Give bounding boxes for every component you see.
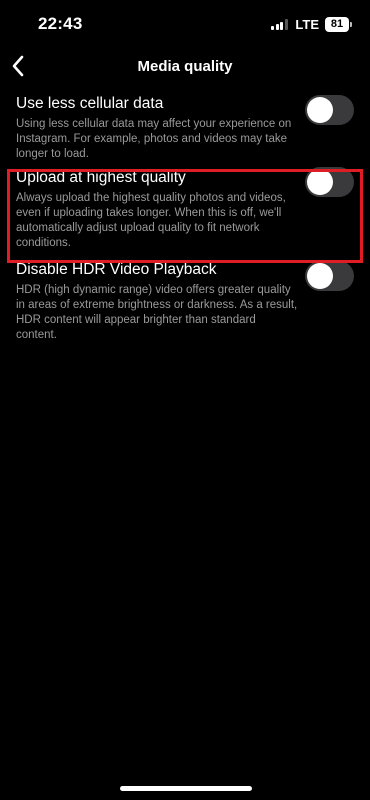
nav-bar: Media quality — [0, 50, 370, 84]
status-time: 22:43 — [38, 14, 83, 33]
setting-description: HDR (high dynamic range) video offers gr… — [16, 284, 298, 341]
home-indicator — [120, 786, 252, 791]
battery-icon: 81 — [325, 17, 349, 32]
use-less-cellular-data-toggle[interactable] — [305, 95, 354, 125]
page-title: Media quality — [137, 58, 233, 75]
signal-icon — [271, 19, 289, 30]
toggle-knob — [307, 169, 333, 195]
setting-description: Always upload the highest quality photos… — [16, 192, 286, 249]
network-type: LTE — [295, 17, 319, 32]
setting-description: Using less cellular data may affect your… — [16, 118, 292, 160]
settings-list: Use less cellular data Using less cellul… — [0, 94, 370, 352]
setting-title: Use less cellular data — [16, 95, 164, 112]
setting-disable-hdr-video-playback: Disable HDR Video Playback HDR (high dyn… — [0, 260, 370, 352]
toggle-knob — [307, 97, 333, 123]
status-bar: 22:43 LTE 81 — [0, 0, 370, 50]
battery-cap — [350, 22, 352, 27]
setting-use-less-cellular-data: Use less cellular data Using less cellul… — [0, 94, 370, 170]
disable-hdr-video-playback-toggle[interactable] — [305, 261, 354, 291]
setting-title: Upload at highest quality — [16, 169, 186, 186]
toggle-knob — [307, 263, 333, 289]
setting-upload-at-highest-quality: Upload at highest quality Always upload … — [0, 167, 370, 260]
upload-at-highest-quality-toggle[interactable] — [305, 167, 354, 197]
setting-title: Disable HDR Video Playback — [16, 261, 217, 278]
status-indicators: LTE 81 — [271, 17, 352, 32]
